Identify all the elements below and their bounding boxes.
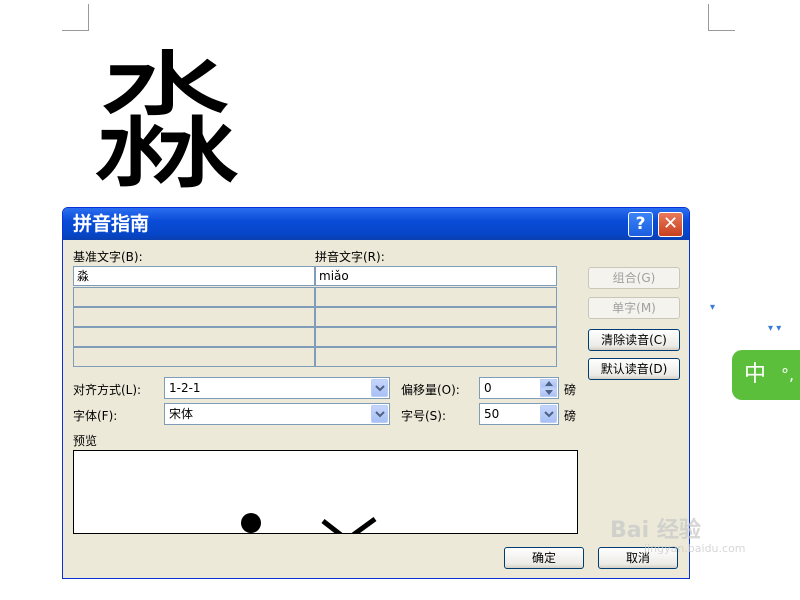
- base-text-label: 基准文字(B):: [73, 250, 143, 264]
- ok-button[interactable]: 确定: [504, 547, 584, 569]
- dialog-titlebar[interactable]: 拼音指南 ? ✕: [63, 208, 689, 240]
- preview-label: 预览: [73, 434, 98, 448]
- chevron-down-icon[interactable]: [371, 405, 388, 423]
- default-reading-button[interactable]: 默认读音(D): [588, 358, 680, 380]
- font-label: 字体(F):: [73, 409, 118, 423]
- ime-decoration-icon: ▾: [710, 302, 716, 313]
- single-char-button[interactable]: 单字(M): [588, 297, 680, 319]
- size-select[interactable]: 50: [479, 403, 559, 425]
- size-unit: 磅: [564, 409, 577, 423]
- base-text-input-3: [73, 307, 315, 327]
- ruby-text-label: 拼音文字(R):: [315, 250, 385, 264]
- close-button[interactable]: ✕: [658, 212, 683, 237]
- page-corner-mark-right: [708, 4, 735, 31]
- ime-punctuation-icon: °,: [781, 365, 795, 384]
- base-text-input-1[interactable]: 淼: [73, 266, 315, 286]
- ime-decoration-icon-2: ▾ ▾: [768, 323, 782, 334]
- offset-label: 偏移量(O):: [401, 383, 460, 397]
- preview-character-fragment: [321, 517, 377, 533]
- preview-tone-mark: [241, 513, 261, 533]
- spin-up-icon[interactable]: [540, 379, 557, 388]
- page-corner-mark-left: [62, 4, 89, 31]
- chevron-down-icon[interactable]: [540, 405, 557, 423]
- cancel-button[interactable]: 取消: [598, 547, 678, 569]
- ruby-text-input-1[interactable]: miǎo: [315, 266, 557, 286]
- alignment-value: 1-2-1: [169, 381, 201, 395]
- dialog-title: 拼音指南: [73, 213, 150, 235]
- phonetic-guide-dialog: 拼音指南 ? ✕ 基准文字(B): 拼音文字(R): 淼 miǎo 组合(G) …: [62, 207, 690, 579]
- font-select[interactable]: 宋体: [164, 403, 390, 425]
- ruby-text-input-3: [315, 307, 557, 327]
- document-big-character: 淼: [92, 37, 243, 211]
- alignment-select[interactable]: 1-2-1: [164, 377, 390, 399]
- help-button[interactable]: ?: [628, 212, 653, 237]
- base-text-input-5: [73, 347, 315, 367]
- group-button[interactable]: 组合(G): [588, 267, 680, 289]
- ime-mode-label: 中: [744, 362, 767, 387]
- ime-toolbar[interactable]: 中 °,: [732, 350, 800, 400]
- base-text-input-4: [73, 327, 315, 347]
- size-label: 字号(S):: [401, 409, 447, 423]
- clear-reading-button[interactable]: 清除读音(C): [588, 329, 680, 351]
- offset-stepper[interactable]: 0: [479, 377, 559, 399]
- ruby-text-input-2: [315, 287, 557, 307]
- ruby-text-input-4: [315, 327, 557, 347]
- alignment-label: 对齐方式(L):: [73, 383, 142, 397]
- spin-down-icon[interactable]: [540, 388, 557, 397]
- chevron-down-icon[interactable]: [371, 379, 388, 397]
- ruby-text-input-5: [315, 347, 557, 367]
- font-value: 宋体: [169, 407, 194, 421]
- preview-box: [73, 450, 578, 534]
- offset-value: 0: [484, 381, 492, 395]
- offset-unit: 磅: [564, 383, 577, 397]
- base-text-input-2: [73, 287, 315, 307]
- size-value: 50: [484, 407, 500, 421]
